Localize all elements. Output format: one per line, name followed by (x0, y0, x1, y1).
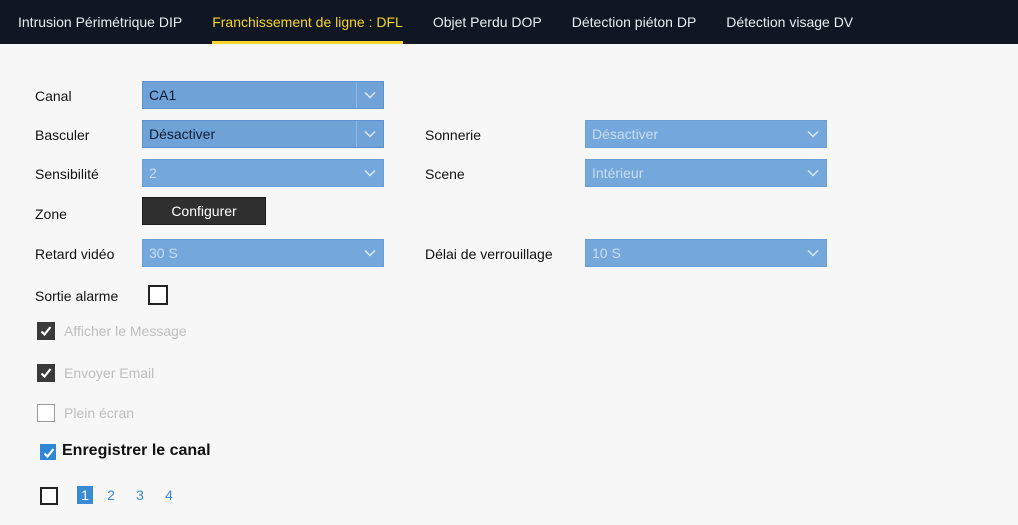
checkmark-icon (40, 368, 52, 379)
sortie-alarme-label: Sortie alarme (35, 288, 119, 304)
chevron-down-icon (800, 240, 826, 266)
tab-intrusion-perimetrique[interactable]: Intrusion Périmétrique DIP (18, 0, 182, 44)
scene-label: Scene (425, 166, 465, 182)
checkmark-icon (43, 448, 55, 459)
channel-3[interactable]: 3 (132, 486, 148, 504)
delai-verrouillage-value: 10 S (592, 245, 621, 261)
sonnerie-value: Désactiver (592, 126, 659, 142)
all-channels-checkbox[interactable] (40, 487, 58, 505)
scene-value: Intérieur (592, 165, 644, 181)
delai-verrouillage-select[interactable]: 10 S (585, 239, 827, 267)
chevron-down-icon (356, 121, 383, 147)
configurer-button[interactable]: Configurer (142, 197, 266, 225)
basculer-value: Désactiver (149, 126, 216, 142)
plein-ecran-label: Plein écran (64, 405, 135, 421)
tab-franchissement-ligne[interactable]: Franchissement de ligne : DFL (212, 0, 403, 44)
retard-video-value: 30 S (149, 245, 178, 261)
sonnerie-select[interactable]: Désactiver (585, 120, 827, 148)
basculer-label: Basculer (35, 127, 90, 143)
tab-detection-pieton[interactable]: Détection piéton DP (572, 0, 697, 44)
retard-video-select[interactable]: 30 S (142, 239, 384, 267)
canal-label: Canal (35, 88, 72, 104)
chevron-down-icon (356, 82, 383, 108)
basculer-select[interactable]: Désactiver (142, 120, 384, 148)
sensibilite-select[interactable]: 2 (142, 159, 384, 187)
delai-verrouillage-label: Délai de verrouillage (425, 246, 553, 262)
channel-2[interactable]: 2 (103, 486, 119, 504)
afficher-message-checkbox[interactable] (37, 322, 55, 340)
afficher-message-label: Afficher le Message (64, 323, 187, 339)
checkmark-icon (40, 326, 52, 337)
canal-value: CA1 (149, 87, 177, 103)
channel-1[interactable]: 1 (77, 486, 93, 504)
zone-label: Zone (35, 206, 67, 222)
enregistrer-canal-checkbox[interactable] (40, 444, 56, 460)
canal-select[interactable]: CA1 (142, 81, 384, 109)
scene-select[interactable]: Intérieur (585, 159, 827, 187)
chevron-down-icon (357, 160, 383, 186)
channel-4[interactable]: 4 (161, 486, 177, 504)
chevron-down-icon (800, 121, 826, 147)
plein-ecran-checkbox[interactable] (37, 404, 55, 422)
retard-video-label: Retard vidéo (35, 246, 115, 262)
enregistrer-canal-label: Enregistrer le canal (62, 442, 211, 459)
envoyer-email-label: Envoyer Email (64, 365, 155, 381)
tab-objet-perdu[interactable]: Objet Perdu DOP (433, 0, 542, 44)
tab-detection-visage[interactable]: Détection visage DV (726, 0, 853, 44)
sensibilite-label: Sensibilité (35, 166, 99, 182)
sensibilite-value: 2 (149, 165, 157, 181)
tab-bar: Intrusion Périmétrique DIP Franchissemen… (0, 0, 1018, 44)
envoyer-email-checkbox[interactable] (37, 364, 55, 382)
chevron-down-icon (357, 240, 383, 266)
sortie-alarme-checkbox[interactable] (148, 285, 168, 305)
chevron-down-icon (800, 160, 826, 186)
sonnerie-label: Sonnerie (425, 127, 482, 143)
